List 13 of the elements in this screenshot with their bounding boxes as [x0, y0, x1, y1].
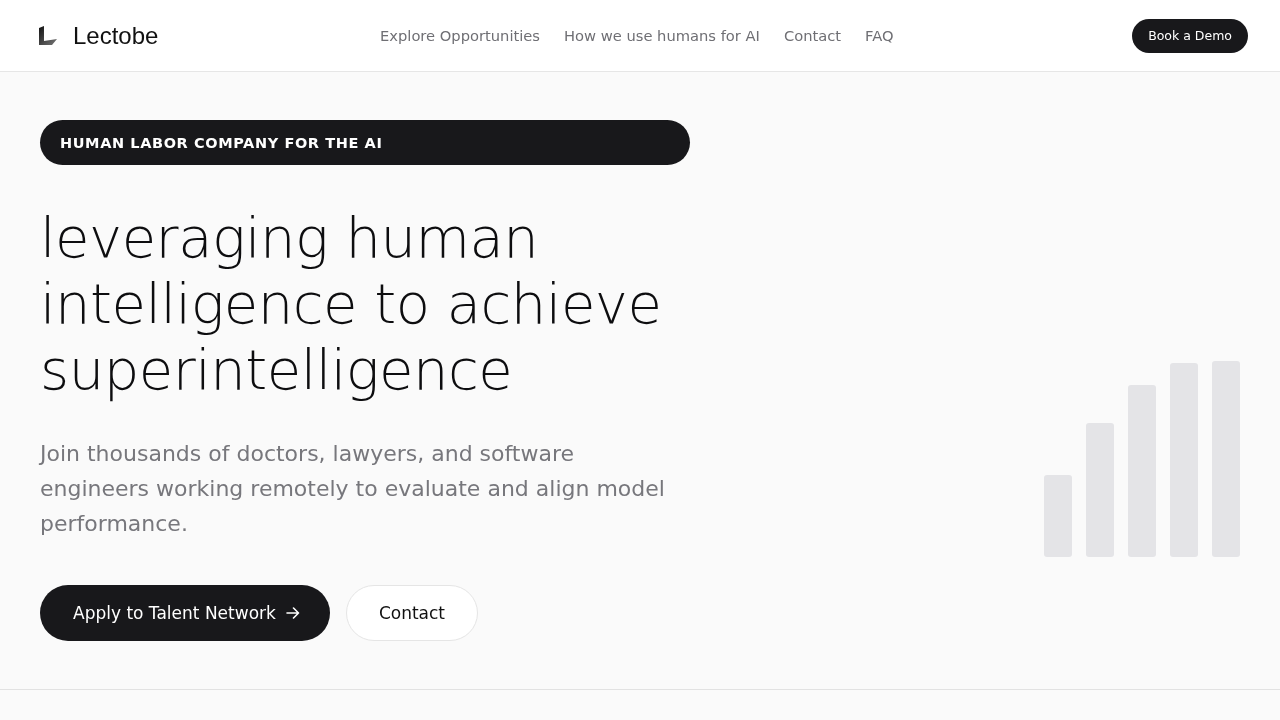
tagline-banner: HUMAN LABOR COMPANY FOR THE AI: [40, 120, 690, 165]
contact-button[interactable]: Contact: [345, 585, 478, 641]
logo-icon: [38, 25, 58, 46]
nav-link[interactable]: How we use humans for AI: [564, 27, 760, 44]
nav-link[interactable]: Contact: [783, 27, 842, 44]
book-demo-button[interactable]: Book a Demo: [1132, 18, 1248, 53]
arrow-right-icon: [285, 607, 300, 619]
description: Join thousands of doctors, lawyers, and software engineers working remotely to evaluate and align model performance.: [40, 440, 666, 538]
headline: leveraging human intelligence to achieve superintelligence: [40, 205, 663, 403]
nav-link[interactable]: Explore Opportunities: [380, 27, 540, 44]
nav-link[interactable]: FAQ: [865, 27, 894, 44]
apply-button[interactable]: Apply to Talent Network: [40, 585, 330, 641]
brand-name: Lectobe: [73, 21, 159, 50]
